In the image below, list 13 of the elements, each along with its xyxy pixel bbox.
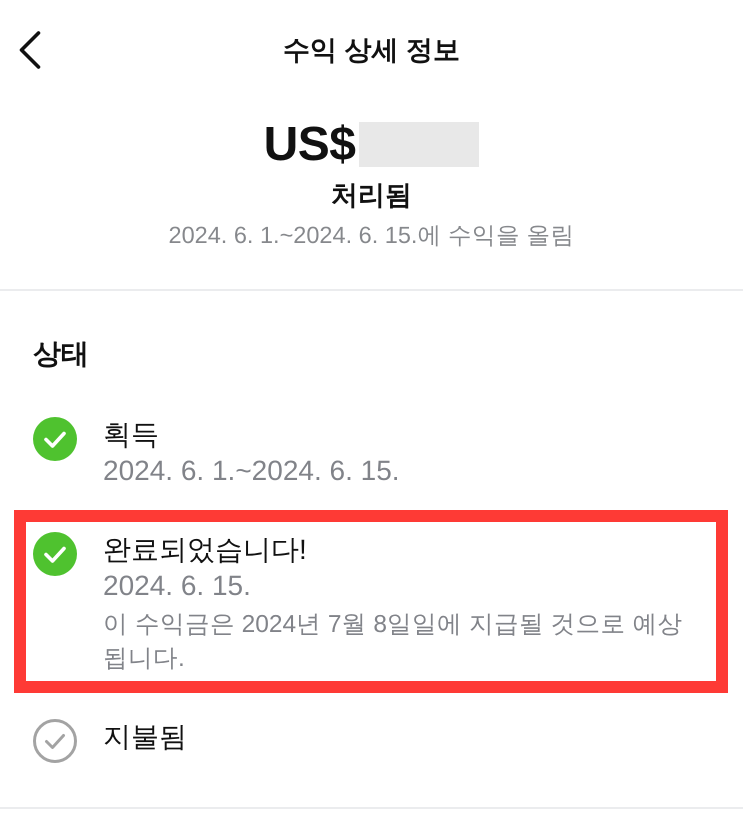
amount-currency: US$ (264, 122, 356, 167)
step-date: 2024. 6. 15. (103, 569, 252, 603)
step-title: 획득 (103, 418, 160, 452)
step-title: 지불됨 (103, 720, 188, 754)
section-heading: 상태 (32, 337, 90, 371)
chevron-left-icon (19, 31, 41, 69)
step-date: 2024. 6. 1.~2024. 6. 15. (103, 454, 401, 488)
page-title: 수익 상세 정보 (282, 34, 461, 67)
earning-period: 2024. 6. 1.~2024. 6. 15.에 수익을 올림 (168, 221, 576, 250)
step-note: 이 수익금은 2024년 7월 8일일에 지급될 것으로 예상됩니다. (103, 610, 684, 674)
step-title: 완료되었습니다! (103, 533, 308, 567)
payout-status: 처리됨 (330, 179, 413, 212)
back-button[interactable] (19, 31, 41, 69)
